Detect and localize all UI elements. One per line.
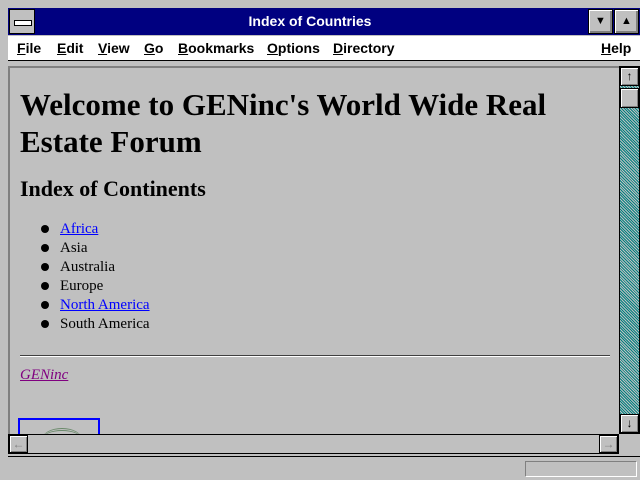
maximize-icon: ▲ (621, 15, 632, 27)
vertical-scrollbar[interactable]: ↑ ↓ (619, 66, 640, 434)
menu-file[interactable]: File (17, 40, 41, 56)
maximize-button[interactable]: ▲ (614, 9, 639, 34)
continents-heading: Index of Continents (20, 176, 206, 201)
menu-go[interactable]: Go (144, 40, 163, 56)
list-item: Asia (41, 239, 610, 258)
arrow-left-icon: ← (12, 437, 25, 451)
list-item: South America (41, 315, 610, 334)
system-menu-icon (14, 20, 32, 26)
menu-bookmarks[interactable]: Bookmarks (178, 40, 254, 56)
title-bar: Index of Countries ▼ ▲ (8, 8, 640, 35)
arrow-up-icon: ↑ (626, 69, 633, 83)
geninc-link[interactable]: GENinc (20, 367, 610, 384)
minimize-button[interactable]: ▼ (588, 9, 613, 34)
menu-edit[interactable]: Edit (57, 40, 83, 56)
horizontal-scrollbar[interactable]: ← → (8, 434, 619, 454)
status-bar (8, 456, 640, 480)
list-item: Europe (41, 277, 610, 296)
continent-list: Africa Asia Australia Europe North Ameri… (20, 220, 610, 334)
menu-view[interactable]: View (98, 40, 130, 56)
menu-help[interactable]: Help (601, 40, 631, 56)
browser-window: Index of Countries ▼ ▲ File Edit View Go… (0, 0, 640, 480)
menu-bar: File Edit View Go Bookmarks Options Dire… (8, 36, 640, 61)
scroll-up-button[interactable]: ↑ (620, 67, 639, 86)
list-item: Australia (41, 258, 610, 277)
list-item: Africa (41, 220, 610, 239)
scroll-right-button[interactable]: → (599, 435, 618, 453)
system-menu-button[interactable] (9, 9, 35, 34)
continent-australia: Australia (60, 259, 115, 275)
link-africa[interactable]: Africa (60, 221, 98, 237)
bullet-icon (41, 282, 49, 290)
continent-asia: Asia (60, 240, 88, 256)
vertical-scroll-thumb[interactable] (620, 88, 639, 108)
scroll-left-button[interactable]: ← (9, 435, 28, 453)
page-content: Welcome to GENinc's World Wide Real Esta… (8, 66, 619, 434)
scroll-down-button[interactable]: ↓ (620, 414, 639, 433)
arrow-down-icon: ↓ (626, 416, 633, 430)
progress-indicator (525, 461, 637, 477)
bullet-icon (41, 320, 49, 328)
minimize-icon: ▼ (595, 15, 606, 27)
horizontal-rule (20, 355, 610, 357)
bullet-icon (41, 301, 49, 309)
window-title: Index of Countries (248, 13, 372, 29)
scrollbar-corner (619, 434, 640, 454)
arrow-right-icon: → (602, 437, 615, 451)
list-item: North America (41, 296, 610, 315)
menu-options[interactable]: Options (267, 40, 320, 56)
page-heading: Welcome to GENinc's World Wide Real Esta… (20, 87, 547, 159)
document-body: Welcome to GENinc's World Wide Real Esta… (20, 68, 610, 384)
status-text (12, 461, 518, 477)
continent-south-america: South America (60, 316, 150, 332)
bullet-icon (41, 225, 49, 233)
bullet-icon (41, 244, 49, 252)
bullet-icon (41, 263, 49, 271)
continent-europe: Europe (60, 278, 104, 294)
logo-image-link[interactable] (18, 418, 100, 434)
link-north-america[interactable]: North America (60, 297, 150, 313)
menu-directory[interactable]: Directory (333, 40, 394, 56)
